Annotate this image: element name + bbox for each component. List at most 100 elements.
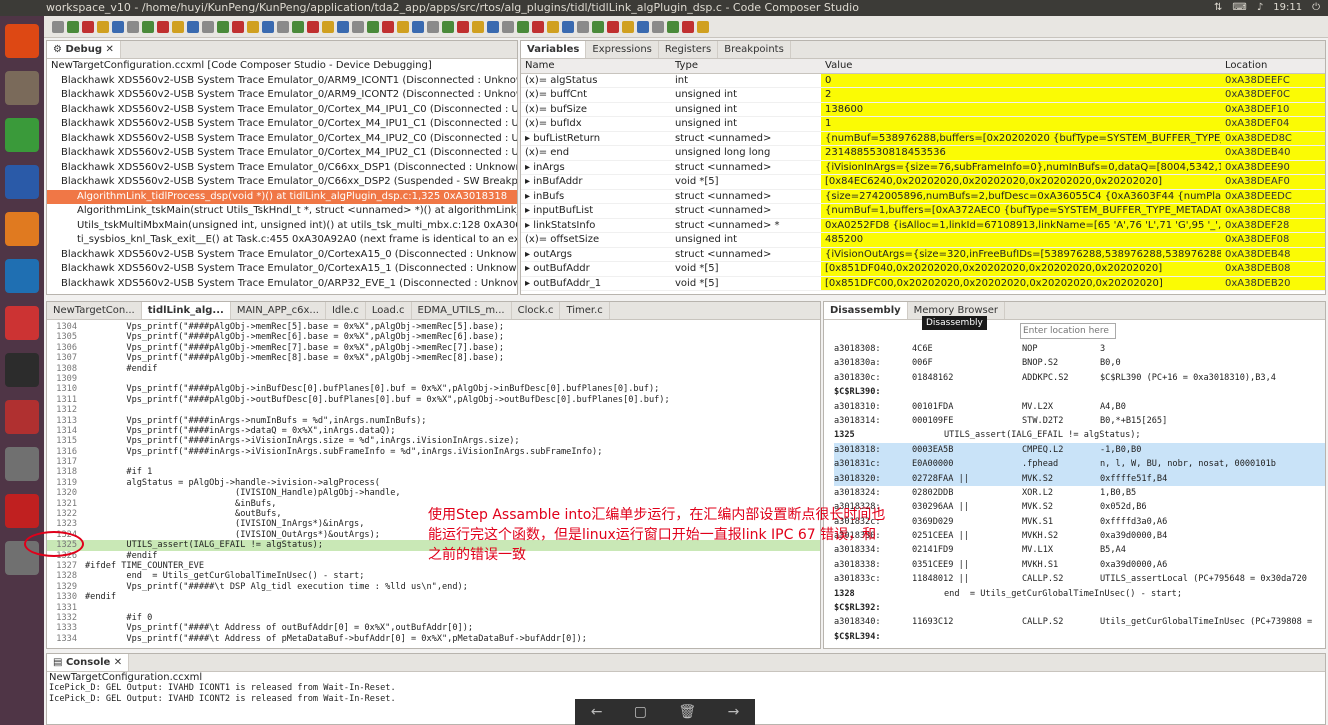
debug-tree-item[interactable]: Blackhawk XDS560v2-USB System Trace Emul…: [47, 88, 517, 103]
variable-name[interactable]: (x)= bufIdx: [521, 117, 671, 132]
toolbar-button-icon[interactable]: [202, 20, 214, 33]
tab-editor-file[interactable]: Clock.c: [512, 302, 561, 319]
variable-type[interactable]: struct <unnamed>: [671, 248, 821, 262]
disassembly-row[interactable]: $C$RL394:: [834, 630, 1325, 644]
debug-tree-item[interactable]: ti_sysbios_knl_Task_exit__E() at Task.c:…: [47, 233, 517, 248]
tab-editor-file[interactable]: Timer.c: [560, 302, 610, 319]
toolbar-button-icon[interactable]: [142, 20, 154, 33]
toolbar-button-icon[interactable]: [472, 20, 484, 33]
tab-editor-file[interactable]: NewTargetCon...: [47, 302, 142, 319]
toolbar-button-icon[interactable]: [397, 20, 409, 33]
toolbar-button-icon[interactable]: [502, 20, 514, 33]
variable-location[interactable]: 0xA38DEF0C: [1221, 88, 1325, 103]
toolbar-button-icon[interactable]: [187, 20, 199, 33]
variable-name[interactable]: ▸ outBufAddr_1: [521, 277, 671, 291]
toolbar-button-icon[interactable]: [337, 20, 349, 33]
tab-editor-file[interactable]: tidlLink_alg...: [141, 302, 231, 319]
debug-tree-item[interactable]: AlgorithmLink_tskMain(struct Utils_TskHn…: [47, 204, 517, 219]
previous-icon[interactable]: ←: [591, 704, 603, 720]
variable-name[interactable]: (x)= algStatus: [521, 74, 671, 88]
toolbar-button-icon[interactable]: [97, 20, 109, 33]
variable-location[interactable]: 0xA38DEB40: [1221, 146, 1325, 161]
debug-tree-item[interactable]: AlgorithmLink_tidlProcess_dsp(void *)() …: [47, 189, 517, 204]
variables-column-header[interactable]: Type: [671, 59, 821, 74]
toolbar-button-icon[interactable]: [547, 20, 559, 33]
package-icon[interactable]: [5, 494, 39, 528]
variable-location[interactable]: 0xA38DEB48: [1221, 247, 1325, 262]
toolbar-button-icon[interactable]: [442, 20, 454, 33]
variable-value[interactable]: 138600: [821, 102, 1221, 117]
variable-value[interactable]: [0x851DF040,0x20202020,0x20202020,0x2020…: [821, 262, 1221, 277]
disassembly-row[interactable]: a301832c: 0369D029 MVK.S1 0xffffd3a0,A6: [834, 515, 1325, 529]
variable-name[interactable]: (x)= bufSize: [521, 103, 671, 117]
volume-icon[interactable]: ♪: [1257, 0, 1263, 16]
toolbar-button-icon[interactable]: [697, 20, 709, 33]
tab-editor-file[interactable]: Idle.c: [326, 302, 366, 319]
tab-disassembly[interactable]: Disassembly: [824, 302, 908, 319]
variable-location[interactable]: 0xA38DED8C: [1221, 131, 1325, 146]
variable-location[interactable]: 0xA38DEF28: [1221, 218, 1325, 233]
power-icon[interactable]: ⏻: [1312, 0, 1320, 16]
debug-tree-item[interactable]: Blackhawk XDS560v2-USB System Trace Emul…: [47, 248, 517, 263]
variable-location[interactable]: 0xA38DEE90: [1221, 160, 1325, 175]
variable-type[interactable]: struct <unnamed>: [671, 190, 821, 204]
tab-editor-file[interactable]: EDMA_UTILS_m...: [412, 302, 512, 319]
toolbar-button-icon[interactable]: [562, 20, 574, 33]
text-editor-icon[interactable]: [5, 447, 39, 481]
variable-value[interactable]: {numBuf=1,buffers=[0xA372AEC0 {bufType=S…: [821, 204, 1221, 219]
files-icon[interactable]: [5, 71, 39, 105]
toolbar-button-icon[interactable]: [67, 20, 79, 33]
variable-type[interactable]: unsigned int: [671, 233, 821, 248]
next-icon[interactable]: →: [728, 704, 740, 720]
disassembly-row[interactable]: a3018340: 11693C12 CALLP.S2 Utils_getCurGlo…: [834, 615, 1325, 629]
debug-tree-item[interactable]: Utils_tskMultiMbxMain(unsigned int, unsi…: [47, 219, 517, 234]
variable-type[interactable]: void *[5]: [671, 277, 821, 291]
disassembly-row[interactable]: 1325 UTILS_assert(IALG_EFAIL != algStatus…: [834, 428, 1325, 442]
toolbar-button-icon[interactable]: [352, 20, 364, 33]
toolbar-button-icon[interactable]: [427, 20, 439, 33]
toolbar-button-icon[interactable]: [592, 20, 604, 33]
variable-name[interactable]: ▸ inputBufList: [521, 204, 671, 219]
variable-type[interactable]: struct <unnamed> *: [671, 219, 821, 233]
tab-console[interactable]: ▤ Console ✕: [47, 654, 130, 671]
toolbar-button-icon[interactable]: [232, 20, 244, 33]
variable-name[interactable]: (x)= end: [521, 146, 671, 161]
variable-location[interactable]: 0xA38DEF10: [1221, 102, 1325, 117]
variable-value[interactable]: 0xA0252FD8 {isAlloc=1,linkId=67108913,li…: [821, 218, 1221, 233]
variable-type[interactable]: struct <unnamed>: [671, 161, 821, 175]
variable-type[interactable]: unsigned int: [671, 117, 821, 132]
ubuntu-icon[interactable]: [5, 24, 39, 58]
disassembly-row[interactable]: a301833c: 11848012 || CALLP.S2 UTILS_assert…: [834, 572, 1325, 586]
toolbar-button-icon[interactable]: [217, 20, 229, 33]
disassembly-row[interactable]: 1328 end = Utils_getCurGlobalTimeInUsec()…: [834, 587, 1325, 601]
toolbar-button-icon[interactable]: [382, 20, 394, 33]
variable-value[interactable]: [0x84EC6240,0x20202020,0x20202020,0x2020…: [821, 175, 1221, 190]
variable-location[interactable]: 0xA38DEEFC: [1221, 73, 1325, 88]
ccs-icon[interactable]: [5, 400, 39, 434]
toolbar-button-icon[interactable]: [157, 20, 169, 33]
variable-name[interactable]: (x)= offsetSize: [521, 233, 671, 248]
debug-tree-item[interactable]: Blackhawk XDS560v2-USB System Trace Emul…: [47, 103, 517, 118]
toolbar-button-icon[interactable]: [367, 20, 379, 33]
terminal-icon[interactable]: [5, 353, 39, 387]
settings-icon[interactable]: [5, 306, 39, 340]
toolbar-button-icon[interactable]: [517, 20, 529, 33]
fit-icon[interactable]: ▢: [634, 704, 647, 720]
variable-type[interactable]: int: [671, 74, 821, 88]
location-input[interactable]: [1020, 323, 1116, 339]
toolbar-button-icon[interactable]: [112, 20, 124, 33]
toolbar-button-icon[interactable]: [577, 20, 589, 33]
debug-tree-item[interactable]: Blackhawk XDS560v2-USB System Trace Emul…: [47, 74, 517, 89]
disassembly-row[interactable]: a3018330: 0251CEEA || MVKH.S2 0xa39d0000,B4: [834, 529, 1325, 543]
disassembly-row[interactable]: a3018338: 0351CEE9 || MVKH.S1 0xa39d0000,A6: [834, 558, 1325, 572]
variable-type[interactable]: unsigned long long: [671, 146, 821, 161]
tab-registers[interactable]: Registers: [659, 41, 719, 58]
tab-editor-file[interactable]: MAIN_APP_c6x...: [231, 302, 326, 319]
variable-name[interactable]: ▸ inBufs: [521, 190, 671, 204]
network-icon[interactable]: ⇅: [1214, 0, 1222, 16]
variable-type[interactable]: unsigned int: [671, 88, 821, 103]
tab-expressions[interactable]: Expressions: [586, 41, 659, 58]
toolbar-button-icon[interactable]: [82, 20, 94, 33]
variables-column-header[interactable]: Name: [521, 59, 671, 74]
variable-name[interactable]: ▸ inBufAddr: [521, 175, 671, 190]
